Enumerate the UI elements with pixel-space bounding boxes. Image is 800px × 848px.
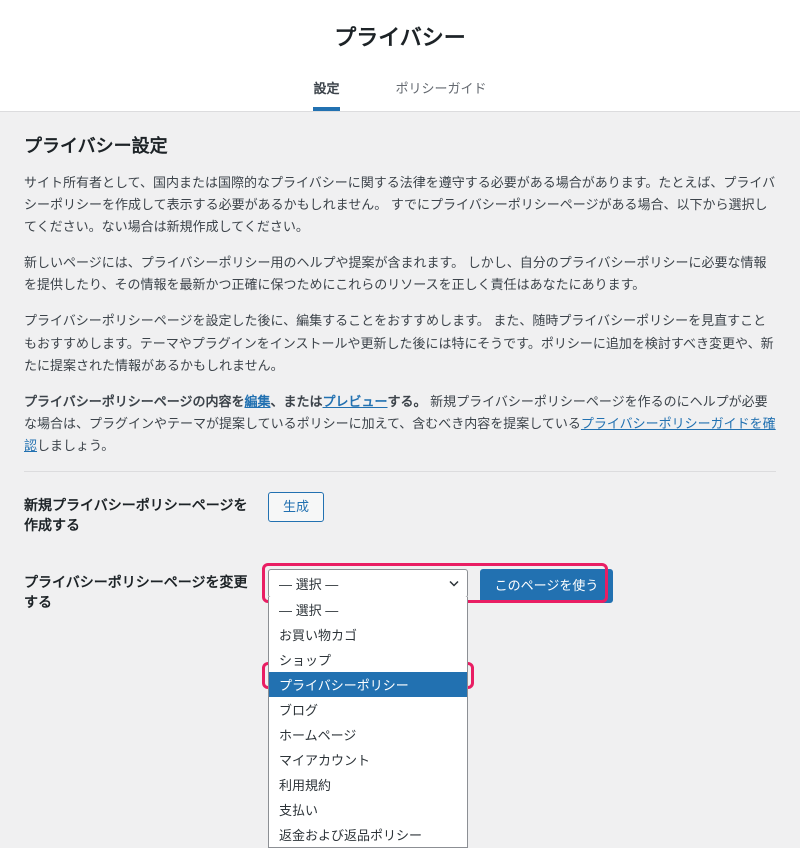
header: プライバシー 設定 ポリシーガイド	[0, 0, 800, 112]
create-page-row: 新規プライバシーポリシーページを作成する 生成	[24, 492, 776, 535]
option-cart[interactable]: お買い物カゴ	[269, 622, 467, 647]
create-button[interactable]: 生成	[268, 492, 324, 522]
option-terms[interactable]: 利用規約	[269, 772, 467, 797]
use-page-button[interactable]: このページを使う	[480, 569, 614, 603]
page-select-wrap: — 選択 — — 選択 — お買い物カゴ ショップ プライバシーポリシー ブログ…	[268, 569, 468, 598]
option-privacy-policy[interactable]: プライバシーポリシー	[269, 672, 467, 697]
p4-pre: プライバシーポリシーページの内容を	[24, 394, 244, 409]
p4-end: しましょう。	[37, 438, 114, 453]
edit-link[interactable]: 編集	[244, 394, 270, 409]
tab-policy-guide[interactable]: ポリシーガイド	[396, 68, 487, 111]
desc-paragraph-3: プライバシーポリシーページを設定した後に、編集することをおすすめします。 また、…	[24, 310, 776, 376]
change-page-label: プライバシーポリシーページを変更する	[24, 569, 268, 612]
option-none[interactable]: — 選択 —	[269, 597, 467, 622]
preview-link[interactable]: プレビュー	[323, 394, 388, 409]
option-homepage[interactable]: ホームページ	[269, 722, 467, 747]
select-value: — 選択 —	[279, 577, 338, 592]
option-refund[interactable]: 返金および返品ポリシー	[269, 822, 467, 847]
chevron-down-icon	[449, 576, 459, 591]
tab-settings[interactable]: 設定	[313, 68, 339, 111]
page-title: プライバシー	[0, 20, 800, 52]
section-title: プライバシー設定	[24, 132, 776, 158]
create-page-label: 新規プライバシーポリシーページを作成する	[24, 492, 268, 535]
divider	[24, 471, 776, 472]
desc-paragraph-1: サイト所有者として、国内または国際的なプライバシーに関する法律を遵守する必要があ…	[24, 172, 776, 238]
desc-paragraph-2: 新しいページには、プライバシーポリシー用のヘルプや提案が含まれます。 しかし、自…	[24, 252, 776, 296]
option-my-account[interactable]: マイアカウント	[269, 747, 467, 772]
desc-paragraph-4: プライバシーポリシーページの内容を編集、またはプレビューする。 新規プライバシー…	[24, 391, 776, 457]
option-payment[interactable]: 支払い	[269, 797, 467, 822]
tabs: 設定 ポリシーガイド	[0, 68, 800, 112]
p4-mid2: する。	[388, 394, 427, 409]
content: プライバシー設定 サイト所有者として、国内または国際的なプライバシーに関する法律…	[0, 112, 800, 686]
change-page-row: プライバシーポリシーページを変更する — 選択 — — 選択 — お買い物カゴ …	[24, 569, 776, 612]
page-select[interactable]: — 選択 —	[268, 569, 468, 598]
option-blog[interactable]: ブログ	[269, 697, 467, 722]
p4-mid1: 、または	[271, 394, 323, 409]
option-shop[interactable]: ショップ	[269, 647, 467, 672]
page-dropdown: — 選択 — お買い物カゴ ショップ プライバシーポリシー ブログ ホームページ…	[268, 597, 468, 848]
